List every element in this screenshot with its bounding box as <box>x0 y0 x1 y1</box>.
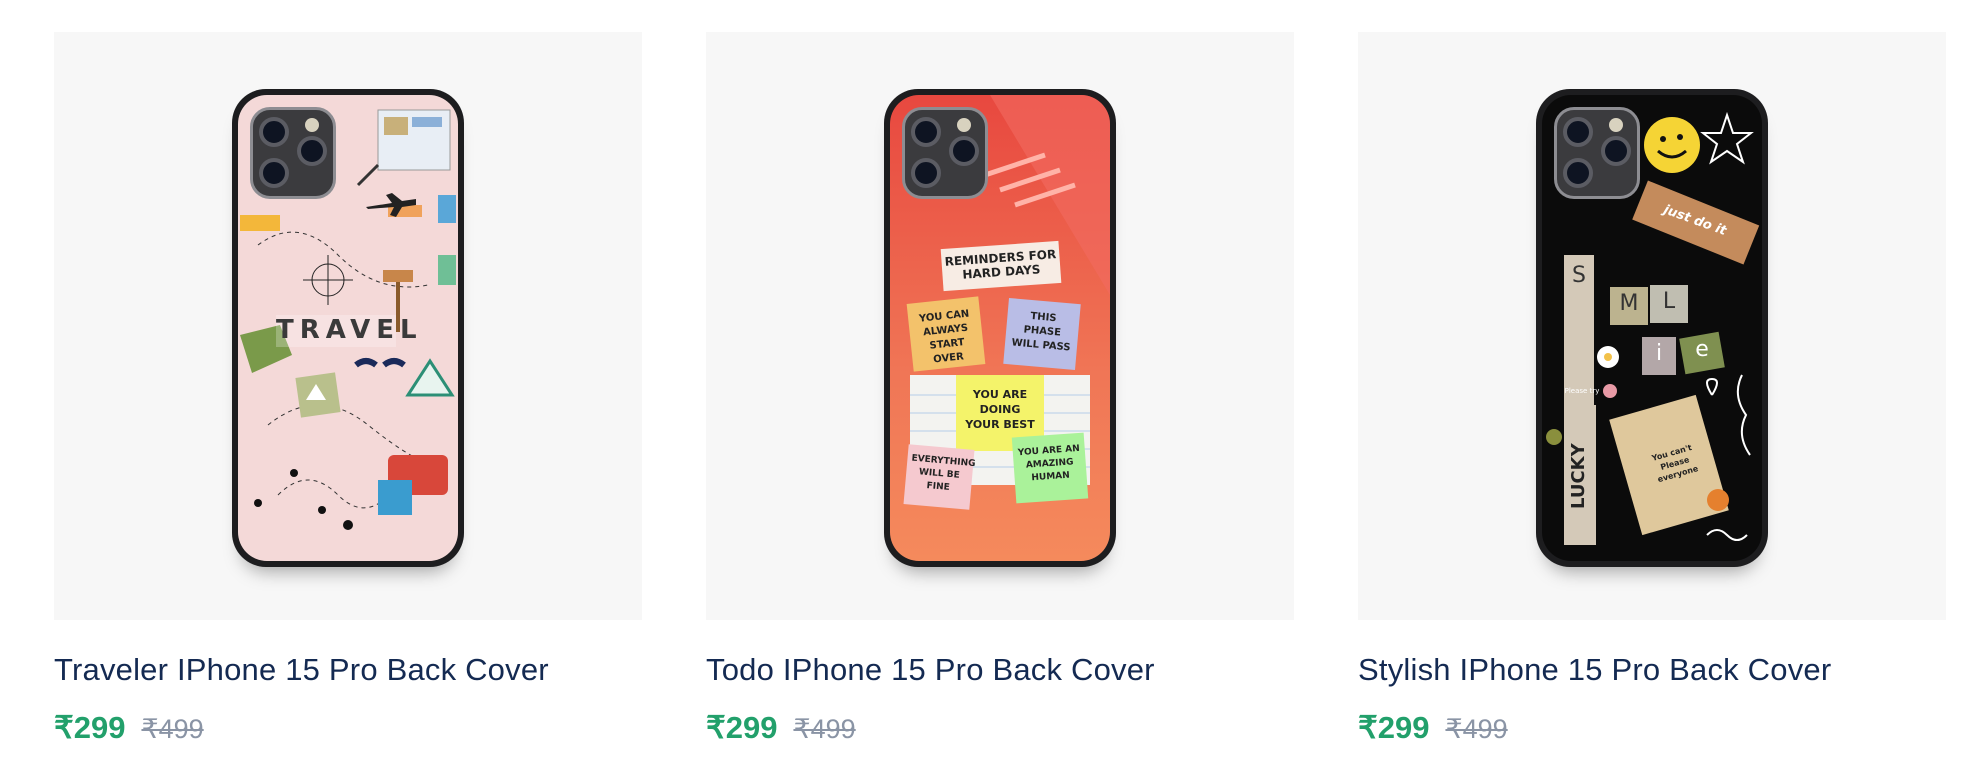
camera-module <box>1554 107 1640 199</box>
sticker-lucky: LUCKY <box>1568 443 1589 509</box>
phone-case-image: REMINDERS FOR HARD DAYS YOU CAN ALWAYS S… <box>884 89 1116 567</box>
original-price: ₹499 <box>793 714 856 744</box>
letter-s: S <box>1572 263 1586 288</box>
travel-label: TRAVEL <box>276 315 423 347</box>
camera-module <box>250 107 336 199</box>
product-card[interactable]: TRAVEL Traveler IPhone 15 Pro Back Cover… <box>54 32 642 746</box>
price-row: ₹299 ₹499 <box>1358 710 1946 746</box>
phone-case-image: TRAVEL <box>232 89 464 567</box>
note-will-be-fine: EVERYTHING WILL BE FINE <box>903 444 976 510</box>
product-image[interactable]: REMINDERS FOR HARD DAYS YOU CAN ALWAYS S… <box>706 32 1294 620</box>
sale-price: ₹299 <box>54 710 126 745</box>
product-image[interactable]: just do it S M L i e LUCKY Please try Yo… <box>1358 32 1946 620</box>
original-price: ₹499 <box>1445 714 1508 744</box>
note-reminders: REMINDERS FOR HARD DAYS <box>940 240 1062 292</box>
product-title[interactable]: Todo IPhone 15 Pro Back Cover <box>706 652 1294 688</box>
letter-e: e <box>1695 337 1709 362</box>
product-title[interactable]: Stylish IPhone 15 Pro Back Cover <box>1358 652 1946 688</box>
original-price: ₹499 <box>141 714 204 744</box>
sale-price: ₹299 <box>706 710 778 745</box>
product-card[interactable]: just do it S M L i e LUCKY Please try Yo… <box>1358 32 1946 746</box>
letter-l: L <box>1662 289 1676 314</box>
letter-i: i <box>1655 341 1663 366</box>
product-image[interactable]: TRAVEL <box>54 32 642 620</box>
sticker-please-try: Please try <box>1564 387 1600 395</box>
note-start-over: YOU CAN ALWAYS START OVER <box>906 296 986 372</box>
sale-price: ₹299 <box>1358 710 1430 745</box>
letter-m: M <box>1619 291 1639 316</box>
camera-module <box>902 107 988 199</box>
note-amazing-human: YOU ARE AN AMAZING HUMAN <box>1011 432 1089 504</box>
note-phase-pass: THIS PHASE WILL PASS <box>1003 297 1081 371</box>
product-title[interactable]: Traveler IPhone 15 Pro Back Cover <box>54 652 642 688</box>
price-row: ₹299 ₹499 <box>54 710 642 746</box>
price-row: ₹299 ₹499 <box>706 710 1294 746</box>
product-card[interactable]: REMINDERS FOR HARD DAYS YOU CAN ALWAYS S… <box>706 32 1294 746</box>
phone-case-image: just do it S M L i e LUCKY Please try Yo… <box>1536 89 1768 567</box>
